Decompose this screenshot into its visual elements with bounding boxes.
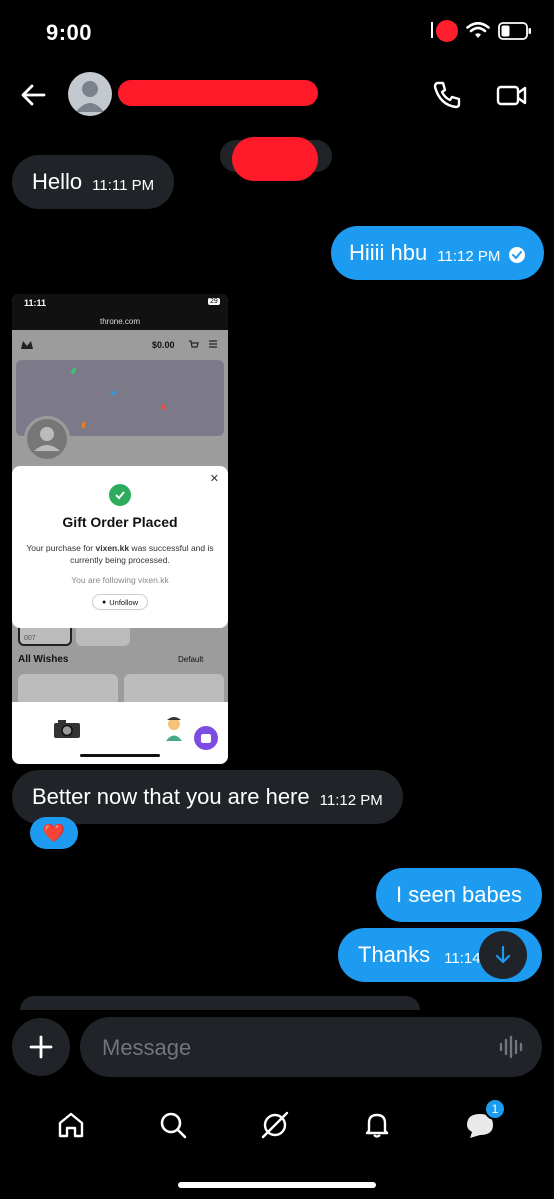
- back-arrow-icon[interactable]: [18, 80, 48, 110]
- chat-header: [0, 68, 554, 124]
- home-icon[interactable]: [56, 1110, 86, 1140]
- message-time: 11:11 PM: [92, 176, 155, 194]
- shot-profile-avatar: [24, 416, 70, 462]
- plus-icon: [29, 1035, 53, 1059]
- phone-icon[interactable]: [430, 78, 464, 112]
- artist-emoji-icon: [166, 717, 182, 741]
- grok-icon[interactable]: [260, 1110, 290, 1140]
- message-text: Hiiii hbu: [349, 240, 428, 265]
- reaction-badge[interactable]: ❤️: [30, 817, 78, 849]
- status-time: 9:00: [46, 20, 93, 45]
- message-text: Better now that you are here: [32, 784, 310, 809]
- shared-screenshot-image[interactable]: 11:11 29 throne.com $0.00 007 All Wishes…: [12, 294, 228, 764]
- redacted-contact-name: [118, 80, 318, 106]
- read-check-icon: [509, 247, 526, 263]
- shot-avatar-icon: [34, 427, 60, 451]
- shot-url-bar: throne.com: [12, 312, 228, 330]
- modal-close-icon: ✕: [209, 473, 219, 485]
- battery-icon: [498, 22, 531, 40]
- modal-title: Gift Order Placed: [62, 514, 178, 530]
- person-icon: ●: [102, 598, 107, 606]
- modal-message: Your purchase for vixen.kk was successfu…: [26, 543, 214, 565]
- home-indicator: [178, 1182, 376, 1188]
- redacted-date: [232, 137, 318, 181]
- shot-sort-label: Default: [178, 655, 204, 664]
- message-time: 11:12 PM: [437, 247, 501, 265]
- shot-time: 11:11: [24, 298, 47, 308]
- shot-battery: 29: [208, 298, 220, 305]
- heart-reaction-icon: ❤️: [42, 822, 66, 843]
- throne-logo-icon: [21, 341, 33, 349]
- message-sent[interactable]: Hiiii hbu 11:12 PM: [331, 226, 545, 280]
- attach-button[interactable]: [12, 1018, 70, 1076]
- shot-thumb-label: 007: [24, 635, 36, 642]
- shot-home-indicator: [80, 754, 160, 757]
- message-sent[interactable]: I seen babes: [376, 868, 542, 922]
- message-time: 11:12 PM: [319, 791, 383, 809]
- search-icon[interactable]: [158, 1110, 188, 1140]
- message-received[interactable]: Hello 11:11 PM: [12, 155, 175, 209]
- chat-fab-icon: [194, 726, 218, 750]
- arrow-down-icon: [495, 945, 511, 964]
- message-text: Hello: [32, 169, 83, 194]
- message-input[interactable]: Message: [80, 1017, 542, 1077]
- messages-tab[interactable]: 1: [464, 1098, 506, 1140]
- bottom-nav: 1: [0, 1095, 554, 1155]
- wifi-icon: [466, 22, 490, 38]
- camera-emoji-icon: [54, 720, 80, 738]
- contact-avatar[interactable]: [68, 72, 112, 116]
- unfollow-button: ● Unfollow: [92, 594, 148, 610]
- success-check-icon: [109, 484, 131, 506]
- notifications-bell-icon[interactable]: [362, 1110, 392, 1140]
- partial-message-bubble: [20, 996, 420, 1010]
- voice-waveform-icon[interactable]: [498, 1035, 526, 1059]
- message-placeholder: Message: [102, 1035, 192, 1060]
- message-time: 11:14: [444, 949, 481, 967]
- shot-balance: $0.00: [152, 340, 175, 350]
- modal-following-text: You are following vixen.kk: [71, 575, 169, 585]
- gift-order-modal: ✕ Gift Order Placed Your purchase for vi…: [12, 466, 228, 628]
- scroll-to-bottom-button[interactable]: [479, 931, 527, 979]
- message-text: Thanks: [358, 942, 431, 967]
- shot-wishes-label: All Wishes: [18, 654, 69, 665]
- video-camera-icon[interactable]: [494, 78, 528, 112]
- menu-icon: [209, 340, 217, 348]
- message-text: I seen babes: [396, 882, 522, 907]
- shot-url: throne.com: [99, 316, 141, 326]
- message-received[interactable]: Better now that you are here 11:12 PM: [12, 770, 403, 824]
- recording-indicator-icon: [431, 20, 458, 42]
- cart-icon: [189, 340, 199, 348]
- default-avatar-icon: [76, 81, 104, 112]
- messages-badge: 1: [484, 1098, 506, 1120]
- status-icons: [431, 20, 532, 42]
